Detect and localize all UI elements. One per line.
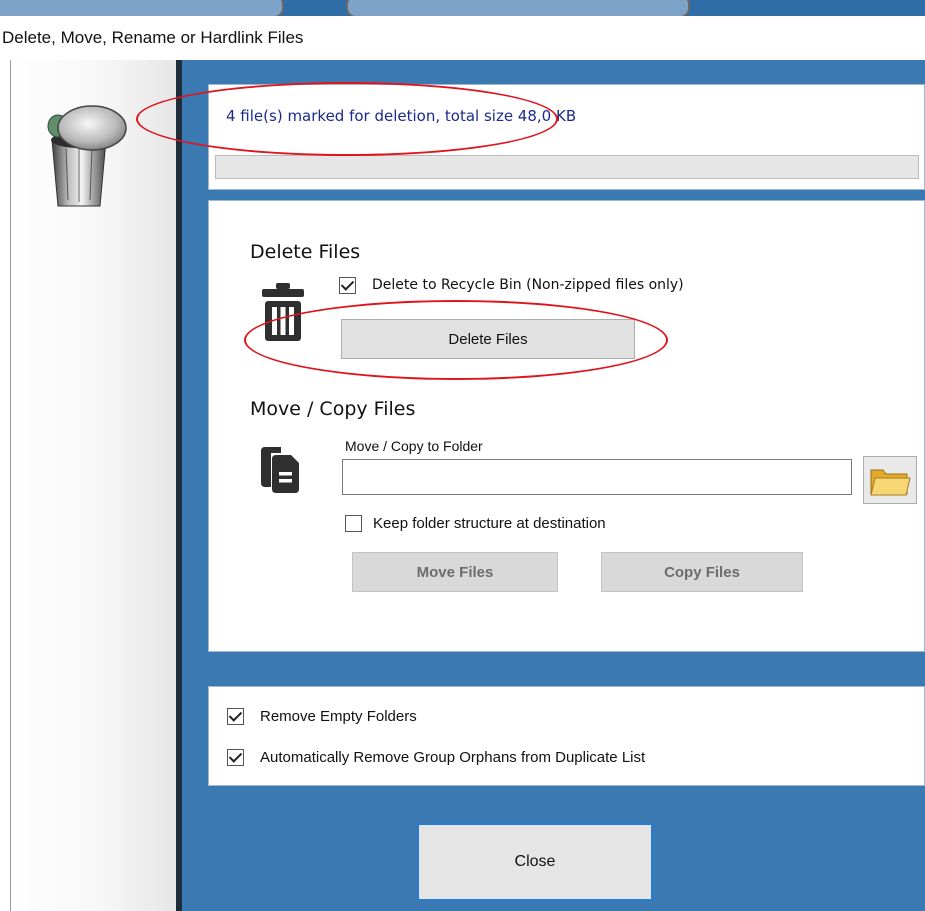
options-panel: Remove Empty Folders Automatically Remov…: [208, 686, 925, 786]
remove-orphans-label: Automatically Remove Group Orphans from …: [260, 749, 646, 766]
recycle-bin-label: Delete to Recycle Bin (Non-zipped files …: [372, 277, 684, 293]
title-bar: Delete, Move, Rename or Hardlink Files: [0, 16, 925, 60]
recycle-bin-icon: [47, 105, 127, 207]
remove-orphans-checkbox[interactable]: [227, 749, 244, 766]
trash-can-icon: [262, 283, 304, 341]
move-section-title: Move / Copy Files: [250, 398, 416, 420]
move-files-button[interactable]: Move Files: [352, 552, 558, 592]
left-pane: [10, 60, 178, 911]
top-background-strip: [0, 0, 925, 18]
recycle-bin-checkbox[interactable]: [339, 277, 356, 294]
actions-panel: Delete Files Delete to Recycle Bin (Non-…: [208, 200, 925, 652]
window-border: [10, 60, 11, 911]
keep-structure-label: Keep folder structure at destination: [373, 515, 606, 532]
remove-empty-folders-checkbox[interactable]: [227, 708, 244, 725]
destination-folder-field[interactable]: [342, 459, 852, 495]
folder-label: Move / Copy to Folder: [345, 438, 483, 454]
delete-section-title: Delete Files: [250, 241, 361, 263]
keep-structure-checkbox[interactable]: [345, 515, 362, 532]
window-title: Delete, Move, Rename or Hardlink Files: [2, 28, 304, 47]
status-text: 4 file(s) marked for deletion, total siz…: [226, 107, 577, 125]
folder-icon: [870, 469, 911, 496]
copy-files-icon: [261, 447, 299, 493]
delete-files-button[interactable]: Delete Files: [341, 319, 635, 359]
copy-files-button[interactable]: Copy Files: [601, 552, 803, 592]
browse-folder-button[interactable]: [863, 456, 917, 504]
close-button[interactable]: Close: [417, 823, 653, 901]
status-panel: 4 file(s) marked for deletion, total siz…: [208, 84, 925, 190]
remove-empty-folders-label: Remove Empty Folders: [260, 708, 417, 725]
progress-bar: [215, 155, 919, 179]
